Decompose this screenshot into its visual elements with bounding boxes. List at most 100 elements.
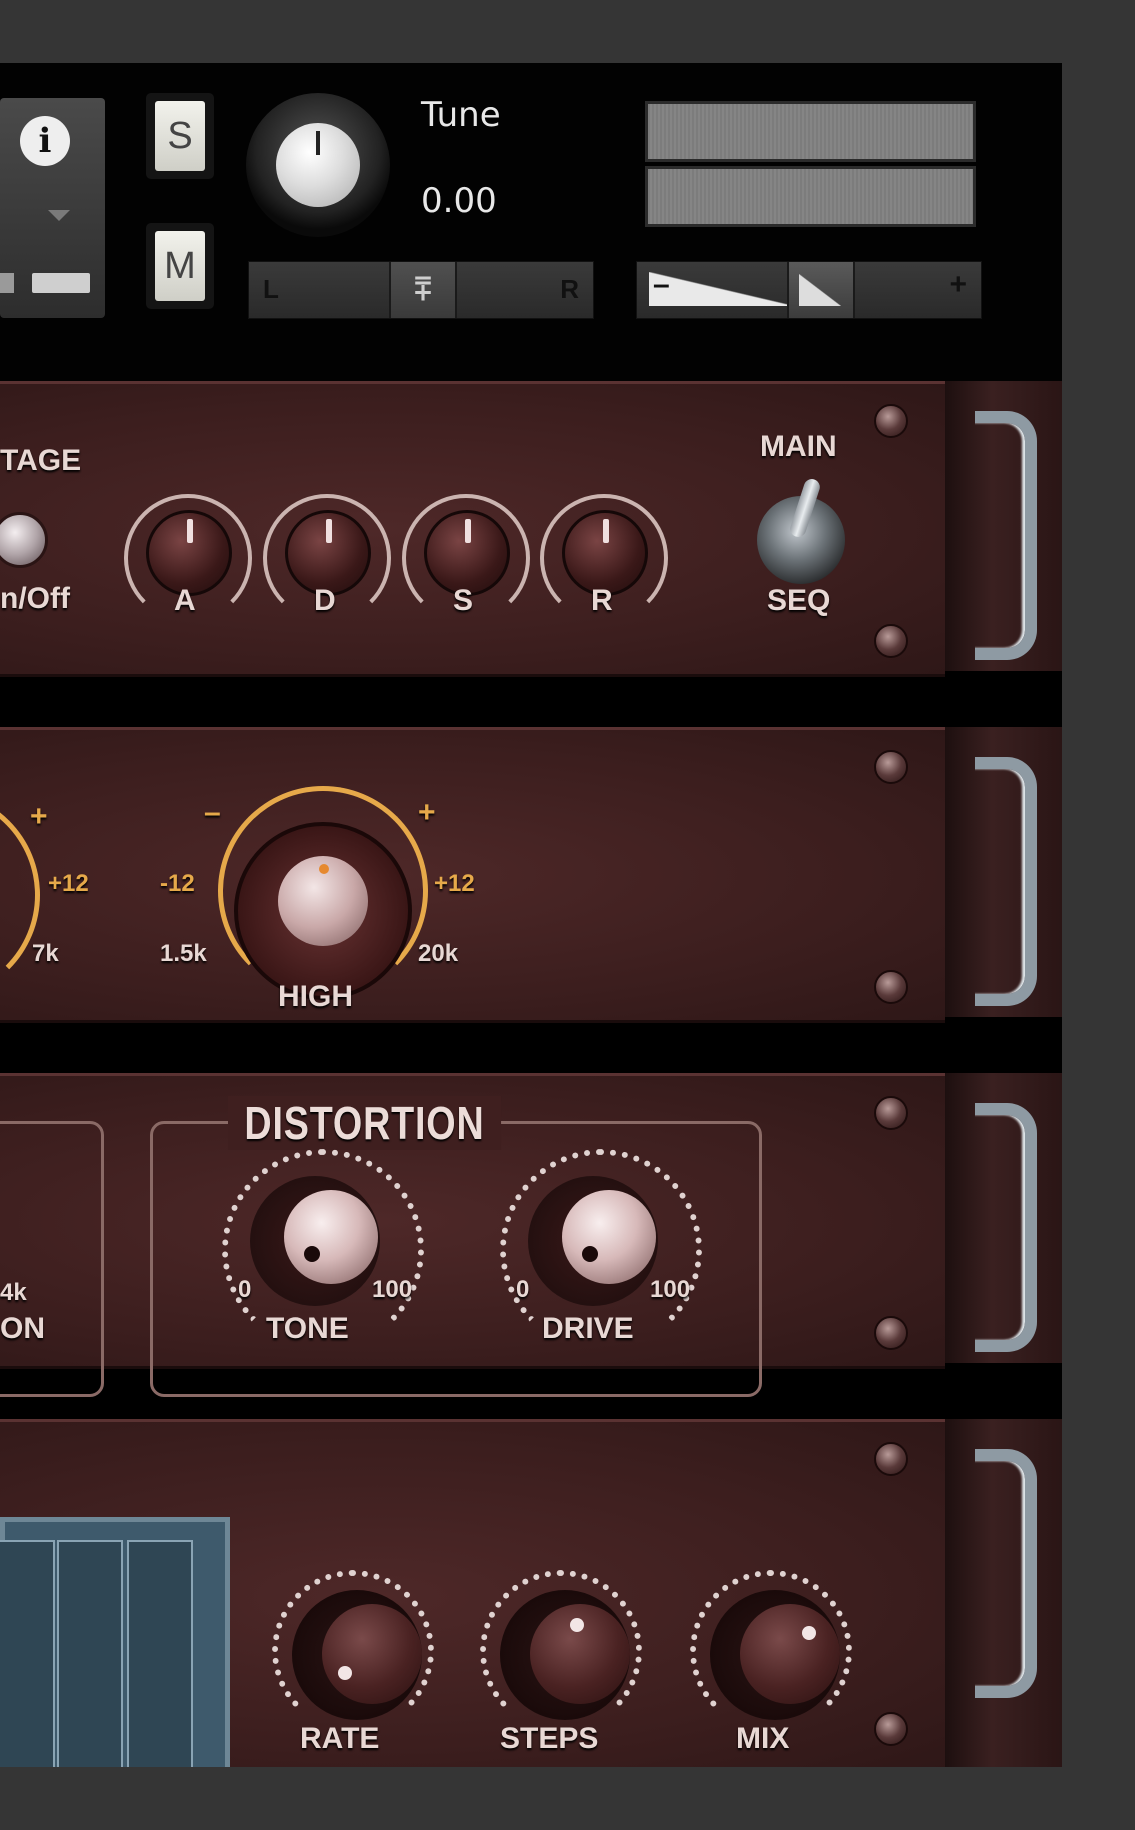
mix-knob[interactable] [710,1590,840,1720]
drive-label: DRIVE [542,1312,634,1345]
filter-box [0,1121,104,1397]
level-meter-left [645,101,976,162]
rate-knob-indicator [338,1666,352,1680]
decay-label: D [314,584,336,617]
volume-plus-label: + [949,268,967,301]
drive-max: 100 [650,1276,691,1303]
toggle-lever [788,476,822,540]
high-freq-max: 20k [418,940,459,967]
release-label: R [591,584,613,617]
info-icon[interactable]: i [20,116,70,166]
rack-screw [874,1712,908,1746]
tone-label: TONE [266,1312,349,1345]
high-gain-max: +12 [434,870,475,897]
high-gain-min: -12 [160,870,195,897]
sequencer-step[interactable] [0,1540,55,1767]
high-knob-face [278,856,368,946]
filter-label: ON [0,1312,45,1345]
sequencer-grid[interactable] [0,1517,230,1767]
high-knob-indicator [319,864,329,874]
high-knob[interactable] [234,822,412,1000]
output-selector[interactable] [32,273,90,293]
rack-handle [975,757,1037,1006]
rate-label: RATE [300,1722,380,1755]
rack-rail [945,1073,1062,1363]
eq-left-max: +12 [48,870,89,897]
tone-knob[interactable] [250,1176,380,1306]
mix-knob-indicator [802,1626,816,1640]
mute-button-label: M [155,231,205,301]
level-meter-right [645,166,976,227]
filter-freq-label: 4k [0,1279,27,1306]
drive-knob-indicator [582,1246,598,1262]
tune-label: Tune [421,95,501,135]
rack-handle [975,411,1037,660]
drive-knob[interactable] [528,1176,658,1306]
sustain-label: S [453,584,474,617]
tone-max: 100 [372,1276,413,1303]
high-minus: – [204,796,221,829]
volume-ramp-icon [649,272,794,306]
rack-screw [874,750,908,784]
tone-min: 0 [238,1276,252,1303]
mute-button[interactable]: M [146,223,214,309]
main-switch-label: MAIN [760,430,837,463]
steps-knob-face [530,1604,630,1704]
chevron-down-icon[interactable] [48,210,70,221]
solo-button[interactable]: S [146,93,214,179]
high-freq-min: 1.5k [160,940,207,967]
rack-rail [945,727,1062,1017]
release-knob-indicator [603,519,609,543]
main-seq-toggle[interactable] [757,476,845,584]
rack-rail [945,381,1062,671]
distortion-rack: 4k ON DISTORTION 0 100 TONE 0 100 DRIVE [0,1073,945,1397]
volume-thumb-ramp-icon [799,274,841,306]
pan-slider-thumb[interactable]: ⩱ [389,262,457,318]
mix-knob-face [740,1604,840,1704]
rack-handle [975,1103,1037,1352]
output-selector-left [0,273,14,293]
rack-screw [874,970,908,1004]
decay-knob-indicator [326,519,332,543]
steps-knob-indicator [570,1618,584,1632]
envelope-power-led[interactable] [0,512,48,568]
pan-slider[interactable]: L R ⩱ [248,261,594,319]
pan-right-label: R [560,274,579,304]
drive-knob-face [562,1190,656,1284]
attack-knob-indicator [187,519,193,543]
volume-slider-thumb[interactable] [787,262,855,318]
steps-label: STEPS [500,1722,599,1755]
rack-handle [975,1449,1037,1698]
tune-knob[interactable] [246,93,390,237]
sequencer-step[interactable] [127,1540,193,1767]
volume-minus-label: – [653,268,670,301]
sequencer-rack: RATE STEPS MIX [0,1419,945,1767]
rack-screw [874,624,908,658]
seq-switch-label: SEQ [767,584,831,617]
plugin-window: i S M Tune 0.00 L R ⩱ – + TAGE n/Off A D… [0,0,1135,1830]
rack-screw [874,1316,908,1350]
pan-left-label: L [263,274,279,304]
tone-knob-face [284,1190,378,1284]
info-panel[interactable]: i [0,98,105,318]
instrument-header: i S M Tune 0.00 L R ⩱ – + [0,63,1062,381]
attack-label: A [174,584,196,617]
tune-value[interactable]: 0.00 [421,181,497,221]
envelope-section-label: TAGE [0,444,82,477]
steps-knob[interactable] [500,1590,630,1720]
volume-slider[interactable]: – + [636,261,982,319]
envelope-onoff-label: n/Off [0,582,70,615]
rate-knob[interactable] [292,1590,422,1720]
eq-left-plus: + [30,800,48,833]
envelope-rack: TAGE n/Off A D S R MAIN SEQ [0,381,945,677]
eq-left-freq: 7k [32,940,59,967]
tune-knob-face [276,123,360,207]
rack-screw [874,404,908,438]
solo-button-label: S [155,101,205,171]
tune-knob-indicator [316,131,320,155]
high-plus: + [418,796,436,829]
eq-rack: + +12 7k – + -12 +12 1.5k 20k HIGH [0,727,945,1023]
sequencer-step[interactable] [57,1540,123,1767]
rate-knob-face [322,1604,422,1704]
drive-min: 0 [516,1276,530,1303]
